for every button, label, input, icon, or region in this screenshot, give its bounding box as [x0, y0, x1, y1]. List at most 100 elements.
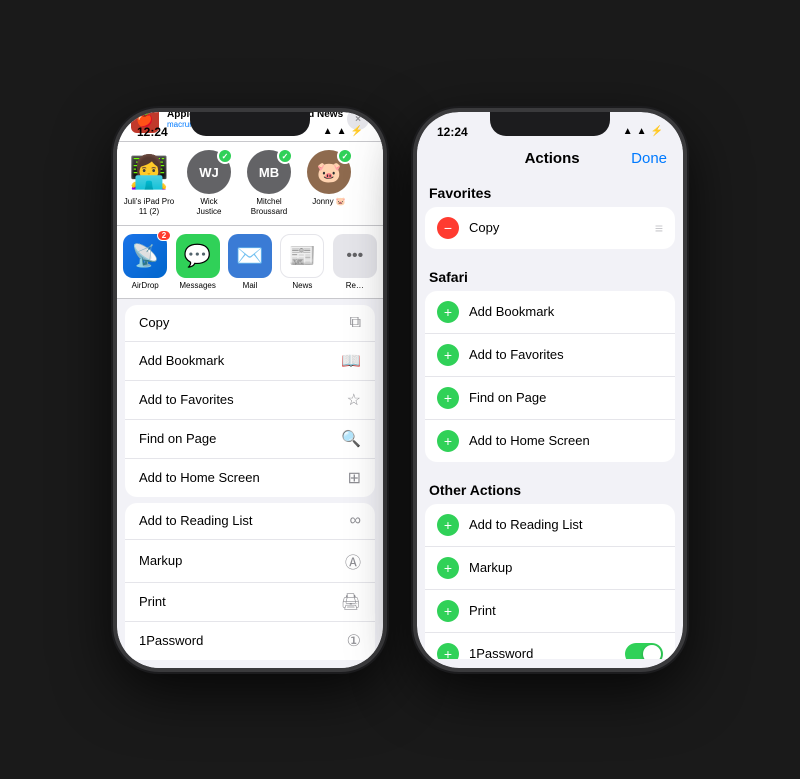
action-home-screen[interactable]: Add to Home Screen ⊞: [125, 459, 375, 497]
mail-label: Mail: [243, 281, 258, 290]
airdrop-icon: 📡 2: [123, 234, 167, 278]
favorites-copy-item[interactable]: − Copy ≡: [425, 207, 675, 249]
news-label: News: [292, 281, 312, 290]
actions-section-1: Copy ⧉ Add Bookmark 📖 Add to Favorites ☆…: [125, 305, 375, 497]
other-card: + Add to Reading List + Markup + Print +…: [425, 504, 675, 659]
remove-copy-button[interactable]: −: [437, 217, 459, 239]
phone-2-screen: 12:24 ▲ ▲ ⚡ Actions Done Favorites − Cop…: [417, 112, 683, 668]
action-homescreen-label: Add to Home Screen: [139, 470, 348, 485]
safari-findpage-item[interactable]: + Find on Page: [425, 377, 675, 420]
action-bookmark-label: Add Bookmark: [139, 353, 341, 368]
more-icon: •••: [333, 234, 377, 278]
action-print[interactable]: Print 🖨: [125, 583, 375, 622]
app-mail[interactable]: ✉️ Mail: [226, 234, 274, 290]
action-copy[interactable]: Copy ⧉: [125, 305, 375, 342]
actions-section-2: Add to Reading List ∞ Markup Ⓐ Print 🖨 1…: [125, 503, 375, 660]
action-print-label: Print: [139, 594, 341, 609]
contact-jonny[interactable]: 🐷 ✓ Jonny 🐷: [301, 150, 357, 216]
messages-label: Messages: [179, 281, 215, 290]
1password-toggle[interactable]: [625, 643, 663, 659]
search-icon: 🔍: [341, 429, 361, 449]
homescreen-icon: ⊞: [348, 468, 361, 488]
other-1password-item[interactable]: + 1Password: [425, 633, 675, 659]
actions-nav: Actions Done: [417, 144, 683, 173]
contact-avatar-mitchel: MB ✓: [247, 150, 291, 194]
safari-section-header: Safari: [425, 257, 675, 291]
favorites-copy-label: Copy: [469, 220, 655, 235]
airdrop-label: AirDrop: [132, 281, 159, 290]
signal-icon: ▲: [323, 126, 333, 137]
contact-avatar-wick: WJ ✓: [187, 150, 231, 194]
safari-homescreen-item[interactable]: + Add to Home Screen: [425, 420, 675, 462]
app-more[interactable]: ••• Re…: [331, 234, 379, 290]
status-bar-2: 12:24 ▲ ▲ ⚡: [417, 112, 683, 144]
wifi-icon-2: ▲: [637, 126, 647, 137]
action-find-page[interactable]: Find on Page 🔍: [125, 420, 375, 459]
contact-badge-mitchel: ✓: [277, 148, 293, 164]
status-icons-1: ▲ ▲ ⚡: [323, 126, 363, 137]
add-print-button[interactable]: +: [437, 600, 459, 622]
other-readinglist-label: Add to Reading List: [469, 517, 663, 532]
action-copy-label: Copy: [139, 315, 350, 330]
favorites-card: − Copy ≡: [425, 207, 675, 249]
other-section-header: Other Actions: [425, 470, 675, 504]
battery-icon-2: ⚡: [651, 126, 663, 137]
add-bookmark-button[interactable]: +: [437, 301, 459, 323]
add-1password-button[interactable]: +: [437, 643, 459, 659]
add-markup-button[interactable]: +: [437, 557, 459, 579]
add-readinglist-button[interactable]: +: [437, 514, 459, 536]
contacts-row: 👩‍💻 Juli's iPad Pro11 (2) WJ ✓ WickJusti…: [117, 142, 383, 225]
add-favorites-button[interactable]: +: [437, 344, 459, 366]
other-markup-label: Markup: [469, 560, 663, 575]
contact-name-jonny: Jonny 🐷: [312, 197, 346, 207]
add-homescreen-button[interactable]: +: [437, 430, 459, 452]
app-airdrop[interactable]: 📡 2 AirDrop: [121, 234, 169, 290]
wifi-icon: ▲: [337, 126, 347, 137]
action-1password[interactable]: 1Password ①: [125, 622, 375, 660]
safari-favorites-item[interactable]: + Add to Favorites: [425, 334, 675, 377]
phone-1: 12:24 ▲ ▲ ⚡ 🍎 Apple Mac iPhone Rumors an…: [115, 110, 385, 670]
contact-badge-wick: ✓: [217, 148, 233, 164]
status-time-2: 12:24: [437, 125, 468, 139]
contact-mitchel[interactable]: MB ✓ MitchelBroussard: [241, 150, 297, 216]
app-messages[interactable]: 💬 Messages: [173, 234, 221, 290]
action-find-label: Find on Page: [139, 431, 341, 446]
actions-nav-title: Actions: [525, 150, 580, 167]
action-add-favorites[interactable]: Add to Favorites ☆: [125, 381, 375, 420]
other-markup-item[interactable]: + Markup: [425, 547, 675, 590]
markup-icon: Ⓐ: [345, 549, 361, 573]
other-readinglist-item[interactable]: + Add to Reading List: [425, 504, 675, 547]
action-add-bookmark[interactable]: Add Bookmark 📖: [125, 342, 375, 381]
safari-bookmark-item[interactable]: + Add Bookmark: [425, 291, 675, 334]
safari-card: + Add Bookmark + Add to Favorites + Find…: [425, 291, 675, 462]
action-markup[interactable]: Markup Ⓐ: [125, 540, 375, 583]
actions-scroll: Favorites − Copy ≡ Safari + Add Bookmark…: [417, 173, 683, 659]
reading-icon: ∞: [350, 512, 361, 530]
action-reading-label: Add to Reading List: [139, 513, 350, 528]
phone-2: 12:24 ▲ ▲ ⚡ Actions Done Favorites − Cop…: [415, 110, 685, 670]
status-bar-1: 12:24 ▲ ▲ ⚡: [117, 112, 383, 144]
action-reading-list[interactable]: Add to Reading List ∞: [125, 503, 375, 540]
favorites-section-header: Favorites: [425, 173, 675, 207]
app-news[interactable]: 📰 News: [278, 234, 326, 290]
apps-row: 📡 2 AirDrop 💬 Messages ✉️ Mail: [117, 226, 383, 299]
safari-favorites-label: Add to Favorites: [469, 347, 663, 362]
safari-homescreen-label: Add to Home Screen: [469, 433, 663, 448]
add-findpage-button[interactable]: +: [437, 387, 459, 409]
share-sheet: 🍎 Apple Mac iPhone Rumors and News macru…: [117, 112, 383, 668]
other-print-item[interactable]: + Print: [425, 590, 675, 633]
safari-bookmark-label: Add Bookmark: [469, 304, 663, 319]
more-label: Re…: [346, 281, 364, 290]
other-1password-label: 1Password: [469, 646, 625, 659]
contact-name-wick: WickJustice: [197, 197, 222, 216]
actions-done-button[interactable]: Done: [631, 150, 667, 167]
action-1password-label: 1Password: [139, 633, 347, 648]
contact-wick[interactable]: WJ ✓ WickJustice: [181, 150, 237, 216]
action-markup-label: Markup: [139, 553, 345, 568]
other-print-label: Print: [469, 603, 663, 618]
airdrop-badge: 2: [157, 230, 171, 241]
contact-juli[interactable]: 👩‍💻 Juli's iPad Pro11 (2): [121, 150, 177, 216]
contact-badge-jonny: ✓: [337, 148, 353, 164]
phone-1-screen: 12:24 ▲ ▲ ⚡ 🍎 Apple Mac iPhone Rumors an…: [117, 112, 383, 668]
mail-icon: ✉️: [228, 234, 272, 278]
